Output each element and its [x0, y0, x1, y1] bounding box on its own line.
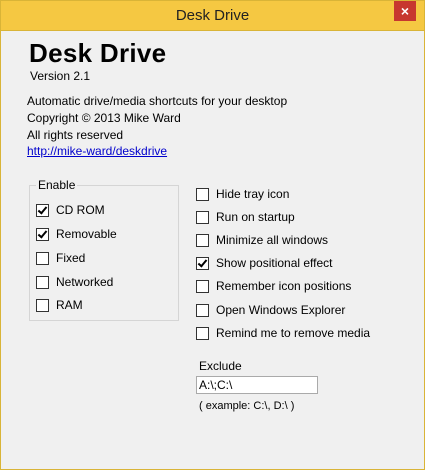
checkbox-box[interactable] — [36, 227, 49, 241]
checkbox-label: Remember icon positions — [216, 279, 352, 293]
checkbox-box[interactable] — [196, 326, 209, 340]
checkbox-hide-tray-icon[interactable]: Hide tray icon — [196, 187, 289, 201]
checkbox-remember-icon-positions[interactable]: Remember icon positions — [196, 279, 351, 293]
checkbox-box[interactable] — [36, 275, 49, 289]
checkbox-label: Remind me to remove media — [216, 326, 371, 340]
exclude-input[interactable] — [196, 376, 318, 394]
checkbox-box[interactable] — [196, 256, 209, 270]
checkbox-label: Open Windows Explorer — [216, 303, 346, 317]
window-title: Desk Drive — [175, 7, 250, 24]
checkbox-box[interactable] — [196, 187, 209, 201]
checkbox-box[interactable] — [196, 210, 209, 224]
app-window: Desk Drive × Desk Drive Version 2.1 Auto… — [0, 0, 425, 470]
checkbox-box[interactable] — [196, 303, 209, 317]
checkbox-label: Networked — [56, 275, 114, 289]
enable-groupbox-label: Enable — [36, 178, 78, 192]
checkbox-label: Show positional effect — [216, 256, 333, 270]
checkbox-box[interactable] — [196, 233, 209, 247]
checkbox-open-windows-explorer[interactable]: Open Windows Explorer — [196, 303, 345, 317]
checkbox-box[interactable] — [36, 251, 49, 265]
checkbox-cd-rom[interactable]: CD ROM — [36, 203, 105, 217]
checkbox-networked[interactable]: Networked — [36, 275, 113, 289]
website-link[interactable]: http://mike-ward/deskdrive — [27, 144, 167, 158]
checkbox-removable[interactable]: Removable — [36, 227, 117, 241]
exclude-label: Exclude — [199, 359, 242, 373]
checkbox-label: Hide tray icon — [216, 187, 290, 201]
version-text: Version 2.1 — [30, 69, 91, 83]
checkbox-box[interactable] — [36, 203, 49, 217]
checkbox-run-on-startup[interactable]: Run on startup — [196, 210, 295, 224]
close-button[interactable]: × — [394, 1, 416, 21]
close-icon: × — [400, 3, 410, 19]
exclude-example-text: ( example: C:\, D:\ ) — [199, 400, 295, 412]
rights-text: All rights reserved — [27, 128, 124, 142]
copyright-text: Copyright © 2013 Mike Ward — [27, 111, 181, 125]
checkbox-label: Run on startup — [216, 210, 295, 224]
checkbox-box[interactable] — [36, 298, 49, 312]
checkbox-label: Removable — [56, 227, 117, 241]
checkbox-box[interactable] — [196, 279, 209, 293]
checkbox-show-positional-effect[interactable]: Show positional effect — [196, 256, 333, 270]
app-name-heading: Desk Drive — [29, 38, 167, 68]
description-text: Automatic drive/media shortcuts for your… — [27, 94, 288, 108]
checkbox-label: CD ROM — [56, 203, 105, 217]
about-panel: Desk Drive Version 2.1 Automatic drive/m… — [1, 31, 424, 469]
title-bar[interactable]: Desk Drive × — [1, 1, 424, 31]
enable-groupbox: Enable CD ROM Removable Fixed Networked … — [29, 178, 179, 321]
checkbox-label: Minimize all windows — [216, 233, 329, 247]
checkbox-fixed[interactable]: Fixed — [36, 251, 85, 265]
checkbox-ram[interactable]: RAM — [36, 298, 83, 312]
checkbox-minimize-all-windows[interactable]: Minimize all windows — [196, 233, 328, 247]
checkbox-label: RAM — [56, 298, 83, 312]
checkbox-remind-remove-media[interactable]: Remind me to remove media — [196, 326, 370, 340]
checkbox-label: Fixed — [56, 251, 86, 265]
